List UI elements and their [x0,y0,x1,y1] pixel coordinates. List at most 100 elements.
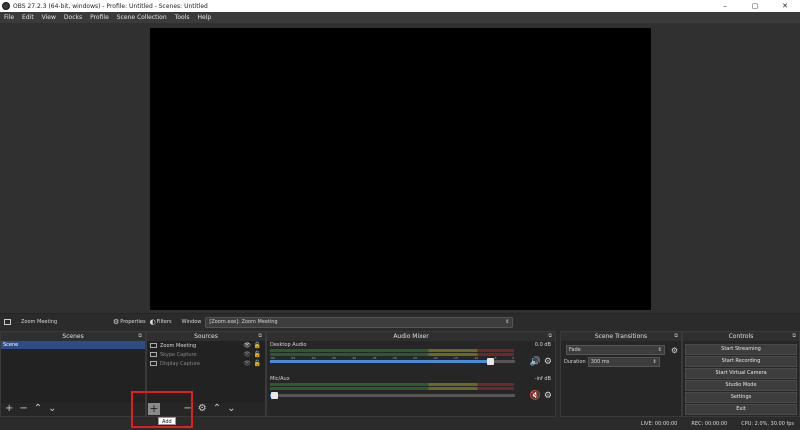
obs-logo-icon [2,2,10,10]
remove-scene-icon[interactable]: − [19,404,27,414]
move-down-icon[interactable]: ⌄ [48,404,56,414]
scene-transitions-dock: Scene Transitions ⧉ Fade ⇕ ⚙ Duration 30… [560,331,682,417]
undock-icon[interactable]: ⧉ [258,332,262,341]
eye-icon[interactable]: 👁 [243,351,251,358]
move-up-icon[interactable]: ⌃ [213,404,221,414]
title-bar: OBS 27.2.3 (64-bit, windows) - Profile: … [0,0,800,12]
start-streaming-button[interactable]: Start Streaming [685,344,797,355]
status-bar: LIVE: 00:00:00 REC: 00:00:00 CPU: 2.0%, … [0,418,800,430]
menu-scene-collection[interactable]: Scene Collection [113,14,171,21]
volume-slider-handle[interactable] [486,358,494,365]
volume-slider[interactable] [270,392,515,399]
studio-mode-button[interactable]: Studio Mode [685,380,797,391]
monitor-icon [150,361,157,366]
move-up-icon[interactable]: ⌃ [34,404,42,414]
source-context-bar: Zoom Meeting ⚙ Properties ◐ Filters Wind… [0,313,800,330]
transition-select[interactable]: Fade ⇕ [566,345,665,355]
volume-slider-fill [270,360,491,363]
menu-view[interactable]: View [38,14,60,21]
rec-status: REC: 00:00:00 [691,421,728,427]
start-recording-button[interactable]: Start Recording [685,356,797,367]
mixer-header: Audio Mixer ⧉ [267,332,555,341]
gear-icon[interactable]: ⚙ [544,357,552,367]
cpu-status: CPU: 2.0%, 30.00 fps [741,421,794,427]
menu-tools[interactable]: Tools [171,14,194,21]
table-row[interactable]: Zoom Meeting 👁 🔓 [147,341,265,350]
list-item[interactable]: Scene [1,341,145,349]
add-tooltip: Add [158,417,176,425]
channel-db: 0.0 dB [534,342,551,348]
eye-icon[interactable]: 👁 [243,360,251,367]
start-virtual-camera-button[interactable]: Start Virtual Camera [685,368,797,379]
add-scene-icon[interactable]: + [5,404,13,414]
eye-icon[interactable]: 👁 [243,342,251,349]
source-properties-icon[interactable]: ⚙ [198,404,207,414]
gear-icon[interactable]: ⚙ [544,391,552,401]
source-name: Skype Capture [160,351,197,358]
transitions-body: Fade ⇕ ⚙ Duration 300 ms ⇕ [561,341,681,403]
mixer-channel-mic: Mic/Aux -inf dB 🔇 ⚙ [267,375,555,401]
scenes-title: Scenes [62,333,84,340]
menu-bar: File Edit View Docks Profile Scene Colle… [0,12,800,23]
gear-icon: ⚙ [113,318,120,326]
properties-button[interactable]: ⚙ Properties [113,318,146,326]
menu-docks[interactable]: Docks [60,14,86,21]
scenes-toolbar: + − ⌃ ⌄ [1,402,145,416]
lock-icon[interactable]: 🔓 [254,360,261,367]
settings-button[interactable]: Settings [685,392,797,403]
selected-source-name: Zoom Meeting [21,319,58,325]
preview-canvas[interactable] [150,28,651,310]
undock-icon[interactable]: ⧉ [138,332,142,341]
gear-icon[interactable]: ⚙ [671,346,678,355]
window-title: OBS 27.2.3 (64-bit, windows) - Profile: … [13,2,208,10]
menu-file[interactable]: File [0,14,18,21]
lock-icon[interactable]: 🔓 [254,342,261,349]
filters-button[interactable]: ◐ Filters [150,318,172,326]
menu-profile[interactable]: Profile [86,14,113,21]
close-button[interactable]: ✕ [770,0,800,12]
menu-edit[interactable]: Edit [18,14,38,21]
scenes-dock: Scenes ⧉ Scene + − ⌃ ⌄ [0,331,146,417]
volume-meter [270,383,514,386]
duration-label: Duration [564,359,586,365]
window-controls: – ▢ ✕ [710,0,800,12]
live-status: LIVE: 00:00:00 [640,421,678,427]
mixer-title: Audio Mixer [393,333,429,340]
volume-slider[interactable] [270,358,515,365]
speaker-muted-icon[interactable]: 🔇 [530,391,541,401]
transition-type-row: Fade ⇕ ⚙ [561,344,681,356]
undock-icon[interactable]: ⧉ [674,332,678,341]
duration-row: Duration 300 ms ⇕ [561,356,681,368]
duration-field[interactable]: 300 ms ⇕ [587,357,660,367]
minimize-button[interactable]: – [710,0,740,12]
mixer-channel-desktop: Desktop Audio 0.0 dB -60 -55 -50 -45 -40… [267,341,555,367]
menu-help[interactable]: Help [193,14,215,21]
transitions-header: Scene Transitions ⧉ [561,332,681,341]
volume-slider-handle[interactable] [270,392,278,399]
speaker-icon[interactable]: 🔊 [530,357,541,367]
select-arrows-icon: ⇕ [657,347,662,353]
spinner-icon: ⇕ [652,359,657,365]
controls-body: Start Streaming Start Recording Start Vi… [683,341,799,415]
table-row[interactable]: Skype Capture 👁 🔓 [147,350,265,359]
add-source-button[interactable]: + [148,403,160,415]
audio-mixer-dock: Audio Mixer ⧉ Desktop Audio 0.0 dB -60 -… [266,331,556,417]
undock-icon[interactable]: ⧉ [548,332,552,341]
channel-name: Mic/Aux [270,376,290,382]
maximize-button[interactable]: ▢ [740,0,770,12]
lock-icon[interactable]: 🔓 [254,351,261,358]
scenes-list: Scene [1,341,145,403]
move-down-icon[interactable]: ⌄ [227,404,235,414]
monitor-icon [150,352,157,357]
channel-db: -inf dB [534,376,551,382]
controls-title: Controls [728,333,754,340]
mixer-channels: Desktop Audio 0.0 dB -60 -55 -50 -45 -40… [267,341,555,403]
volume-meter [270,387,514,390]
window-select[interactable]: [Zoom.exe]: Zoom Meeting ⇕ [205,316,514,328]
controls-dock: Controls ⧉ Start Streaming Start Recordi… [682,331,800,417]
preview-area [0,23,800,313]
undock-icon[interactable]: ⧉ [792,332,796,341]
table-row[interactable]: Display Capture 👁 🔓 [147,359,265,368]
exit-button[interactable]: Exit [685,404,797,415]
monitor-icon [150,343,157,348]
